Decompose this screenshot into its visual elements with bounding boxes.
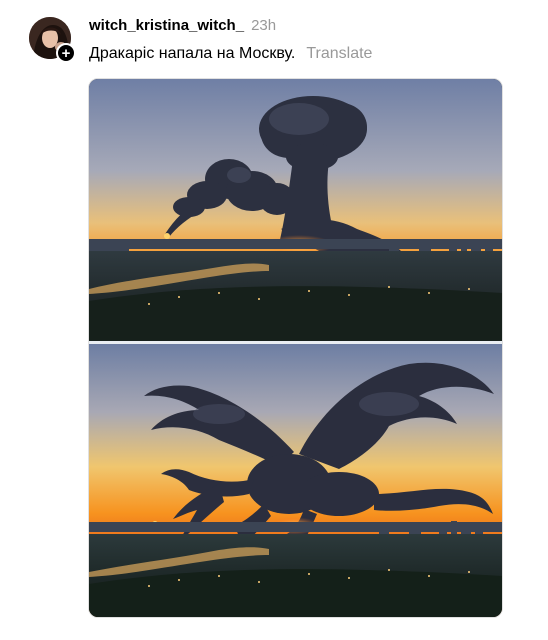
post-caption: Дракаріс напала на Москву. Translate bbox=[89, 45, 372, 63]
media-carousel[interactable] bbox=[88, 78, 503, 618]
plus-icon[interactable]: + bbox=[56, 43, 76, 63]
post-card: + witch_kristina_witch_ 23h Дракаріс нап… bbox=[0, 0, 548, 640]
username-link[interactable]: witch_kristina_witch_ bbox=[89, 17, 244, 34]
post-image-1[interactable] bbox=[89, 79, 502, 341]
post-header: witch_kristina_witch_ 23h bbox=[89, 17, 276, 37]
caption-text: Дракаріс напала на Москву. bbox=[89, 45, 296, 62]
post-timestamp[interactable]: 23h bbox=[251, 17, 276, 34]
translate-link[interactable]: Translate bbox=[306, 45, 372, 63]
post-image-2[interactable] bbox=[89, 344, 502, 617]
avatar-container[interactable]: + bbox=[29, 17, 76, 63]
